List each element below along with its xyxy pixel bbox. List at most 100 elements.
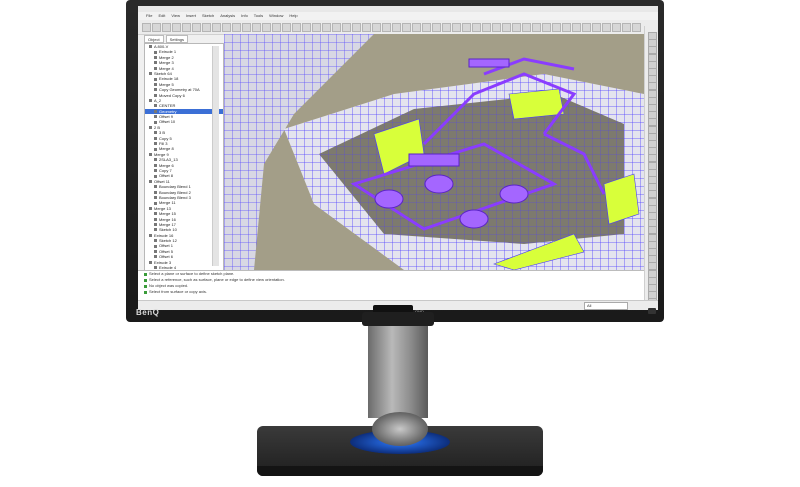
feature-icon (149, 260, 152, 264)
wireframe-model (224, 34, 644, 270)
toolbar (138, 20, 658, 35)
toolbar-button[interactable] (622, 23, 631, 32)
toolbar-button[interactable] (152, 23, 161, 32)
tree-scrollbar[interactable] (212, 46, 219, 266)
feature-icon (154, 115, 157, 119)
toolbar-button[interactable] (442, 23, 451, 32)
toolbar-button[interactable] (432, 23, 441, 32)
toolbar-button[interactable] (212, 23, 221, 32)
power-button[interactable] (648, 308, 656, 314)
feature-icon (154, 201, 157, 205)
toolbar-button[interactable] (572, 23, 581, 32)
command-log: Select a plane or surface to define sket… (138, 270, 644, 301)
toolbar-button[interactable] (182, 23, 191, 32)
menu-item-info[interactable]: Info (241, 12, 248, 20)
toolbar-button[interactable] (542, 23, 551, 32)
toolbar-button[interactable] (252, 23, 261, 32)
feature-icon (154, 55, 157, 59)
toolbar-button[interactable] (412, 23, 421, 32)
toolbar-button[interactable] (562, 23, 571, 32)
info-icon (144, 272, 147, 276)
toolbar-button[interactable] (362, 23, 371, 32)
feature-icon (149, 72, 152, 76)
feature-icon (154, 244, 157, 248)
toolbar-button[interactable] (322, 23, 331, 32)
menu-item-help[interactable]: Help (289, 12, 297, 20)
cad-viewport[interactable] (224, 34, 644, 270)
toolbar-button[interactable] (402, 23, 411, 32)
menu-item-analysis[interactable]: Analysis (220, 12, 235, 20)
brand-logo: BenQ (136, 308, 160, 317)
feature-icon (154, 196, 157, 200)
toolbar-button[interactable] (602, 23, 611, 32)
feature-icon (149, 153, 152, 156)
tab-settings[interactable]: Settings (165, 35, 189, 43)
toolbar-button[interactable] (172, 23, 181, 32)
toolbar-button[interactable] (272, 23, 281, 32)
feature-icon (154, 109, 157, 113)
feature-icon (154, 266, 157, 270)
toolbar-button[interactable] (332, 23, 341, 32)
toolbar-button[interactable] (342, 23, 351, 32)
menu-item-file[interactable]: File (146, 12, 152, 20)
toolbar-button[interactable] (382, 23, 391, 32)
toolbar-button[interactable] (482, 23, 491, 32)
toolbar-button[interactable] (552, 23, 561, 32)
tree-item-label: Moved Copy 6 (159, 92, 185, 98)
info-icon (144, 290, 147, 294)
menu-item-view[interactable]: View (171, 12, 180, 20)
feature-icon (149, 99, 152, 103)
toolbar-button[interactable] (522, 23, 531, 32)
toolbar-button[interactable] (632, 23, 641, 32)
controller-puck[interactable] (372, 412, 428, 446)
toolbar-button[interactable] (302, 23, 311, 32)
toolbar-button[interactable] (262, 23, 271, 32)
toolbar-button[interactable] (582, 23, 591, 32)
feature-icon (154, 212, 157, 216)
right-tool-strip (644, 26, 658, 307)
toolbar-button[interactable] (282, 23, 291, 32)
menu-item-insert[interactable]: Insert (186, 12, 196, 20)
toolbar-button[interactable] (242, 23, 251, 32)
toolbar-button[interactable] (142, 23, 151, 32)
toolbar-button[interactable] (352, 23, 361, 32)
feature-icon (154, 228, 157, 232)
tab-object[interactable]: Object (144, 35, 164, 43)
feature-icon (154, 174, 157, 178)
toolbar-button[interactable] (312, 23, 321, 32)
menu-item-tools[interactable]: Tools (254, 12, 263, 20)
info-icon (144, 278, 147, 282)
feature-icon (154, 82, 157, 86)
menu-item-edit[interactable]: Edit (158, 12, 165, 20)
feature-icon (154, 131, 157, 135)
toolbar-button[interactable] (472, 23, 481, 32)
toolbar-button[interactable] (452, 23, 461, 32)
toolbar-button[interactable] (612, 23, 621, 32)
toolbar-button[interactable] (512, 23, 521, 32)
tree-item-label: Offset 10 (159, 119, 176, 125)
feature-icon (154, 223, 157, 227)
menu-item-window[interactable]: Window (269, 12, 283, 20)
toolbar-button[interactable] (162, 23, 171, 32)
panel-tabs: Object Settings (144, 35, 220, 43)
toolbar-button[interactable] (492, 23, 501, 32)
toolbar-button[interactable] (192, 23, 201, 32)
toolbar-button[interactable] (592, 23, 601, 32)
toolbar-button[interactable] (232, 23, 241, 32)
toolbar-button[interactable] (202, 23, 211, 32)
toolbar-button[interactable] (462, 23, 471, 32)
toolbar-button[interactable] (502, 23, 511, 32)
feature-icon (149, 206, 152, 210)
menu-item-sketch[interactable]: Sketch (202, 12, 214, 20)
toolbar-button[interactable] (292, 23, 301, 32)
toolbar-button[interactable] (222, 23, 231, 32)
feature-icon (154, 104, 157, 108)
monitor-screen: File Edit View Insert Sketch Analysis Info Tool… (138, 6, 658, 310)
feature-icon (154, 185, 157, 189)
toolbar-button[interactable] (532, 23, 541, 32)
feature-icon (154, 77, 157, 81)
filter-select[interactable]: All (584, 302, 628, 310)
toolbar-button[interactable] (422, 23, 431, 32)
toolbar-button[interactable] (392, 23, 401, 32)
toolbar-button[interactable] (372, 23, 381, 32)
